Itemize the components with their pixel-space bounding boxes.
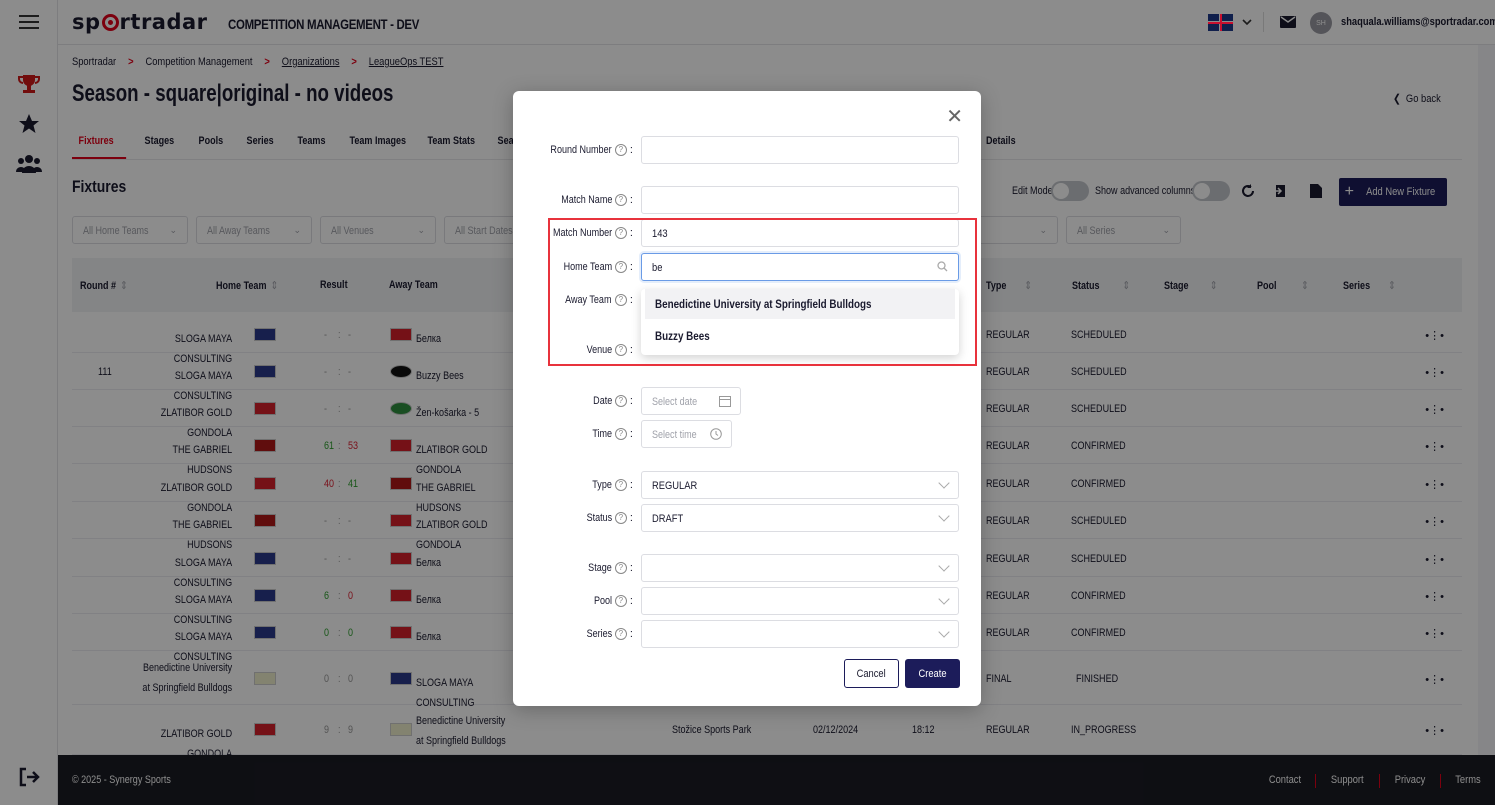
cancel-button[interactable]: Cancel	[844, 659, 899, 688]
label-status: Status? :	[586, 512, 633, 525]
chevron-down-icon	[938, 626, 950, 638]
chevron-down-icon	[938, 593, 950, 605]
label-time: Time? :	[592, 428, 633, 441]
help-icon[interactable]: ?	[614, 144, 627, 157]
round-number-input[interactable]	[641, 136, 959, 164]
clock-icon	[710, 428, 722, 443]
label-round-number-text: Round Number	[550, 144, 612, 156]
stage-select[interactable]	[641, 554, 959, 582]
status-select[interactable]: DRAFT	[641, 504, 959, 532]
series-select[interactable]	[641, 620, 959, 648]
label-status-text: Status	[586, 512, 612, 524]
chevron-down-icon	[938, 510, 950, 522]
create-button[interactable]: Create	[905, 659, 960, 688]
label-pool: Pool? :	[593, 595, 633, 608]
label-series: Series? :	[586, 628, 633, 641]
help-icon[interactable]: ?	[614, 628, 627, 641]
time-placeholder: Select time	[652, 429, 697, 441]
match-name-input[interactable]	[641, 186, 959, 214]
chevron-down-icon	[938, 477, 950, 489]
create-label: Create	[918, 667, 947, 680]
label-pool-text: Pool	[593, 595, 612, 607]
status-value: DRAFT	[652, 513, 684, 525]
help-icon[interactable]: ?	[614, 194, 627, 207]
cancel-label: Cancel	[856, 667, 887, 680]
help-icon[interactable]: ?	[614, 428, 627, 441]
label-date: Date? :	[592, 395, 633, 408]
label-type: Type? :	[592, 479, 633, 492]
label-stage-text: Stage	[588, 562, 612, 574]
annotation-highlight-box	[548, 218, 977, 366]
close-icon[interactable]: ✕	[946, 107, 963, 127]
help-icon[interactable]: ?	[614, 395, 627, 408]
label-stage: Stage? :	[588, 562, 633, 575]
calendar-icon	[719, 395, 731, 410]
help-icon[interactable]: ?	[614, 479, 627, 492]
label-series-text: Series	[586, 628, 612, 640]
app-root: sp rtradar COMPETITION MANAGEMENT - DEV S…	[0, 0, 1495, 805]
date-placeholder: Select date	[652, 396, 698, 408]
type-value: REGULAR	[652, 480, 698, 492]
chevron-down-icon	[938, 560, 950, 572]
help-icon[interactable]: ?	[614, 562, 627, 575]
label-date-text: Date	[592, 395, 612, 407]
label-type-text: Type	[592, 479, 612, 491]
create-fixture-modal: ✕ Round Number? : Match Name? : Match Nu…	[513, 91, 981, 706]
label-time-text: Time	[592, 428, 612, 440]
pool-select[interactable]	[641, 587, 959, 615]
label-match-name-text: Match Name	[560, 194, 612, 206]
date-picker[interactable]: Select date	[641, 387, 741, 415]
help-icon[interactable]: ?	[614, 512, 627, 525]
label-match-name: Match Name? :	[560, 194, 633, 207]
type-select[interactable]: REGULAR	[641, 471, 959, 499]
help-icon[interactable]: ?	[614, 595, 627, 608]
label-round-number: Round Number? :	[550, 144, 633, 157]
time-picker[interactable]: Select time	[641, 420, 732, 448]
